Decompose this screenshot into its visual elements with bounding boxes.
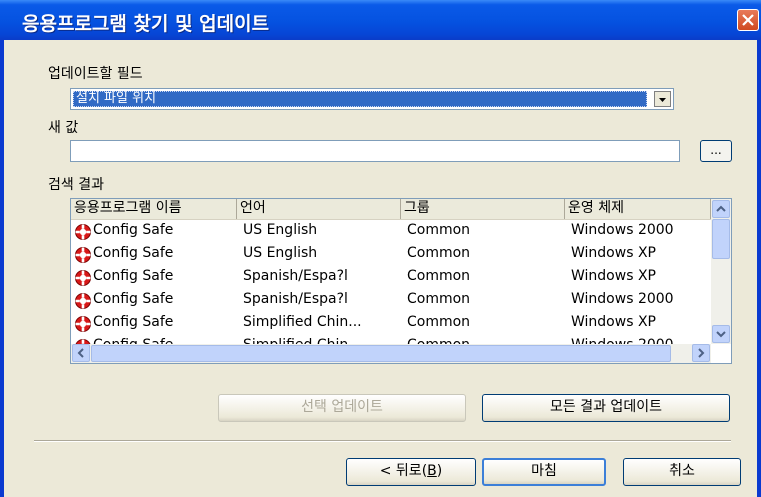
dropdown-button[interactable] [654, 91, 671, 107]
cell-language: Spanish/Espa?l [243, 268, 348, 284]
cell-app-name: Config Safe [93, 337, 173, 344]
new-value-input[interactable] [70, 140, 680, 162]
list-header: 응용프로그램 이름 언어 그룹 운영 체제 [71, 199, 711, 220]
app-lifebuoy-icon [75, 224, 91, 240]
cell-app-name: Config Safe [93, 245, 174, 261]
column-header-language[interactable]: 언어 [237, 199, 401, 219]
back-button-suffix: ) [436, 463, 443, 479]
cell-group: Common [407, 291, 471, 307]
results-list[interactable]: 응용프로그램 이름 언어 그룹 운영 체제 Config Safe US Engl… [70, 198, 732, 364]
results-label: 검색 결과 [48, 177, 104, 193]
close-icon [742, 14, 754, 26]
app-lifebuoy-icon [75, 247, 91, 263]
table-row[interactable]: Config Safe Spanish/Espa?l Common Windows 2… [71, 289, 711, 312]
table-row[interactable]: Config Safe US English Common Windows XP [71, 243, 711, 266]
cell-language: US English [243, 222, 318, 238]
cell-os: Windows 2000 [571, 337, 674, 344]
update-all-button[interactable]: 모든 결과 업데이트 [482, 394, 730, 422]
cell-os: Windows XP [571, 314, 656, 330]
cell-os: Windows 2000 [571, 222, 674, 238]
update-selected-button[interactable]: 선택 업데이트 [218, 394, 466, 422]
cell-group: Common [407, 222, 471, 238]
horizontal-scroll-thumb[interactable] [91, 345, 671, 362]
table-row[interactable]: Config Safe Simplified Chin... Common Windo… [71, 312, 711, 335]
cell-os: Windows XP [571, 268, 656, 284]
table-row[interactable]: Config Safe Spanish/Espa?l Common Windows X… [71, 266, 711, 289]
list-rows: Config Safe US English Common Windows 2000 C… [71, 220, 711, 344]
title-bar[interactable]: 응용프로그램 찾기 및 업데이트 [0, 0, 761, 40]
vertical-scrollbar[interactable] [711, 199, 731, 344]
new-value-label: 새 값 [48, 120, 79, 136]
cell-app-name: Config Safe [93, 291, 174, 307]
chevron-left-icon [77, 348, 84, 358]
vertical-scroll-thumb[interactable] [712, 219, 730, 259]
app-lifebuoy-icon [75, 270, 91, 286]
horizontal-scrollbar[interactable] [71, 344, 711, 363]
field-label: 업데이트할 필드 [48, 66, 143, 82]
cell-language: Spanish/Espa?l [243, 291, 348, 307]
cell-group: Common [407, 268, 471, 284]
browse-button[interactable]: ... [700, 140, 732, 162]
cell-os: Windows 2000 [571, 291, 674, 307]
table-row[interactable]: Config Safe US English Common Windows 2000 [71, 220, 711, 243]
finish-button[interactable]: 마침 [482, 458, 606, 486]
table-row[interactable]: Config Safe Simplified Chin... Common Windo… [71, 335, 711, 344]
back-button[interactable]: < 뒤로(B) [346, 458, 476, 486]
cell-language: US English [243, 245, 318, 261]
back-accelerator-key: B [427, 463, 437, 479]
cell-group: Common [407, 337, 470, 344]
column-header-os[interactable]: 운영 체제 [565, 199, 711, 219]
chevron-down-icon [659, 98, 666, 102]
cell-app-name: Config Safe [93, 268, 174, 284]
dialog-window: 응용프로그램 찾기 및 업데이트 업데이트할 필드 설치 파일 위치 새 값 .… [0, 0, 761, 497]
cell-group: Common [407, 245, 471, 261]
divider [34, 440, 731, 442]
back-button-label: < 뒤로( [379, 463, 428, 479]
chevron-down-icon [716, 331, 726, 338]
field-selected-value: 설치 파일 위치 [73, 91, 647, 107]
dialog-body: 업데이트할 필드 설치 파일 위치 새 값 ... 검색 결과 응용프로그램 이… [4, 40, 757, 497]
chevron-right-icon [698, 348, 705, 358]
app-lifebuoy-icon [75, 316, 91, 332]
close-button[interactable] [737, 9, 759, 31]
scroll-up-button[interactable] [712, 200, 730, 218]
cell-language: Simplified Chin... [243, 314, 362, 330]
cell-group: Common [407, 314, 471, 330]
cancel-button[interactable]: 취소 [623, 458, 741, 486]
cell-os: Windows XP [571, 245, 656, 261]
column-header-name[interactable]: 응용프로그램 이름 [71, 199, 237, 219]
scroll-down-button[interactable] [712, 325, 730, 343]
column-header-group[interactable]: 그룹 [401, 199, 565, 219]
window-title: 응용프로그램 찾기 및 업데이트 [22, 13, 270, 35]
scroll-right-button[interactable] [692, 344, 710, 362]
cell-app-name: Config Safe [93, 222, 174, 238]
field-select[interactable]: 설치 파일 위치 [70, 88, 674, 110]
cell-app-name: Config Safe [93, 314, 174, 330]
chevron-up-icon [716, 205, 726, 212]
scroll-left-button[interactable] [72, 344, 90, 362]
cell-language: Simplified Chin... [243, 337, 362, 344]
app-lifebuoy-icon [75, 293, 91, 309]
